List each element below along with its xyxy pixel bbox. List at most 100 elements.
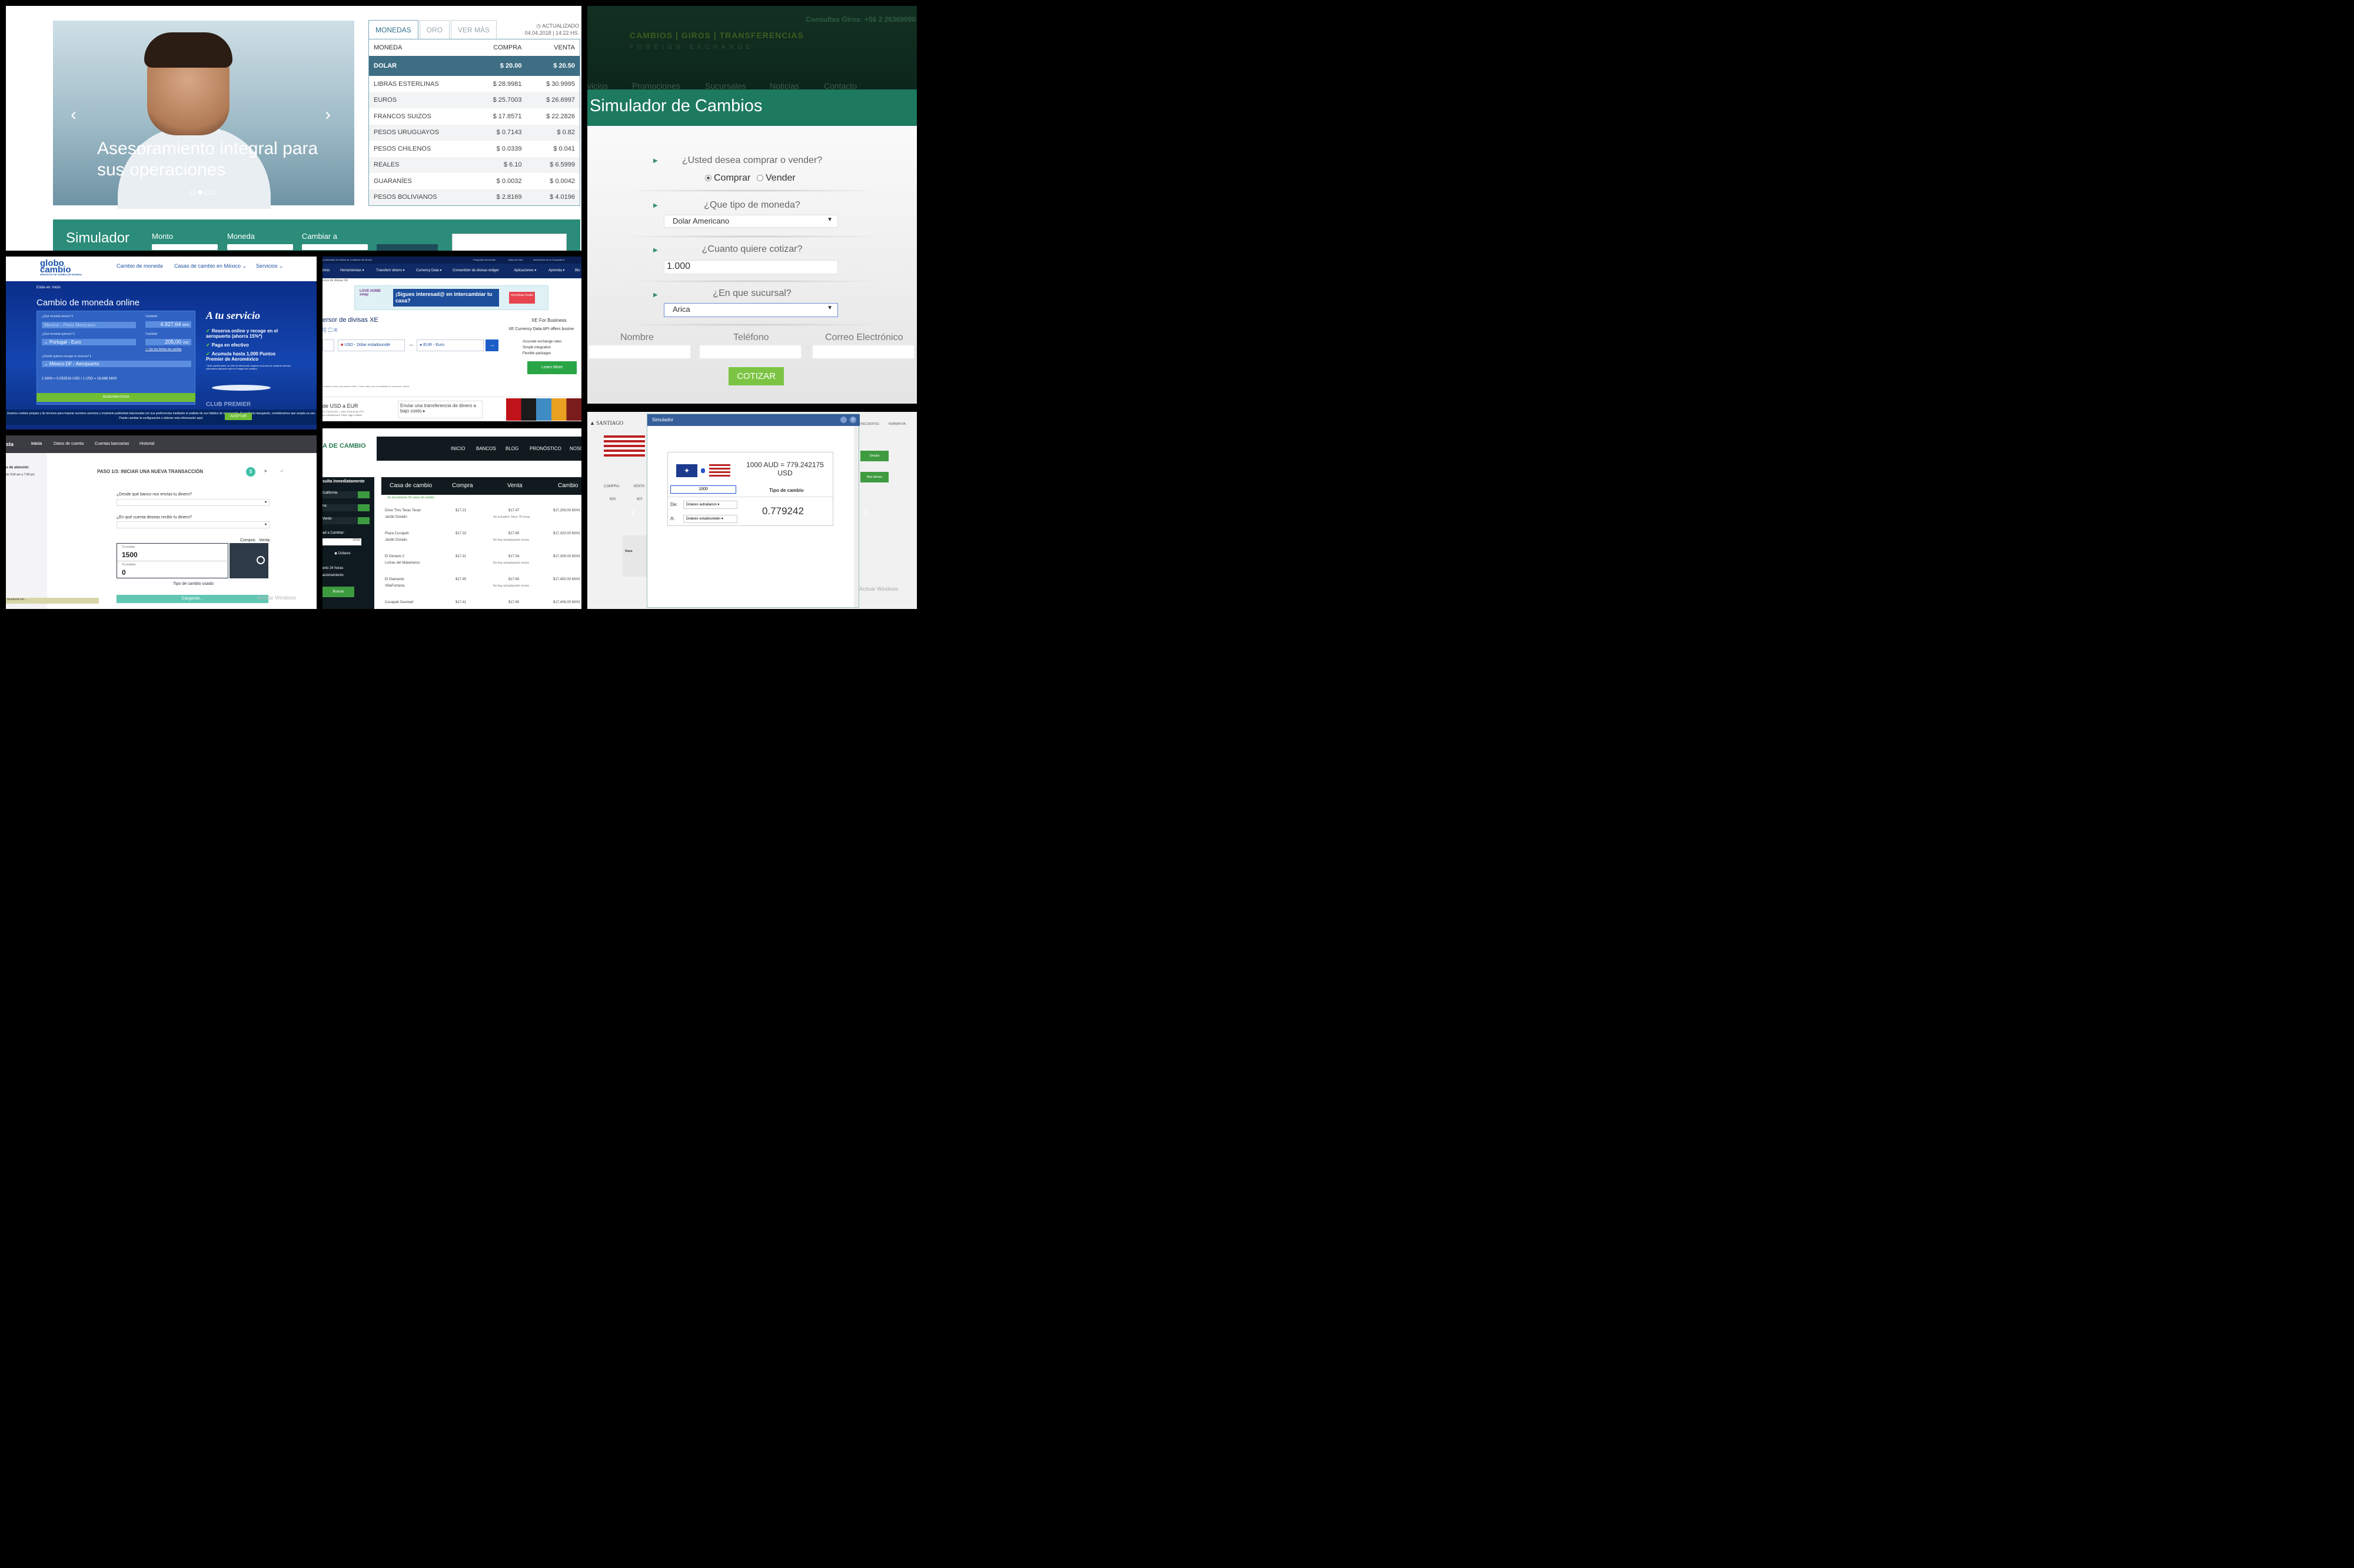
table-row[interactable]: El Diamante VillaFontana $17.45 $17.60 $17,4… [381, 577, 581, 594]
ad-cta-button[interactable]: Inscríbase Gratis [509, 292, 535, 304]
tab-oro[interactable]: ORO [419, 20, 450, 39]
close-icon[interactable]: × [850, 417, 856, 423]
link-company-info[interactable]: Información de la Compañía ▾ [533, 257, 564, 264]
nav-aplicaciones[interactable]: Aplicaciones ▾ [514, 264, 536, 278]
nav-datos-cuenta[interactable]: Datos de cuenta [54, 435, 84, 453]
nav-nosotros[interactable]: NOSO [570, 437, 581, 461]
correo-field[interactable] [812, 345, 915, 359]
chart-card-title[interactable]: de USD a EUR [322, 403, 358, 409]
telefono-field[interactable] [699, 345, 802, 359]
nav-inicio[interactable]: Inicio [31, 435, 42, 453]
link-sitemap[interactable]: Mapa del sitio [508, 257, 523, 264]
moneda-select[interactable] [227, 244, 293, 250]
scrollbar[interactable] [854, 426, 859, 607]
nav-inicio[interactable]: nicio [322, 264, 330, 278]
rate-row[interactable]: PESOS CHILENOS $ 0.0339 $ 0.041 [369, 141, 580, 157]
convert-arrow-button[interactable]: → [486, 339, 498, 351]
swap-icon[interactable]: ↔ [408, 341, 414, 347]
tab-ver-mas[interactable]: VER MÁS [451, 20, 497, 39]
nav-servicios[interactable]: Servicios ⌄ [256, 263, 284, 269]
colonia-select[interactable]: Verde [322, 517, 370, 524]
sucursal-select[interactable]: Arica ▼ [664, 303, 838, 317]
nav-transferir[interactable]: Transferir dinero ▾ [376, 264, 404, 278]
envias-input[interactable]: 1500 [122, 551, 138, 559]
amount-input[interactable]: 1000 [670, 485, 736, 494]
nav-cambio-moneda[interactable]: Cambio de moneda [117, 263, 163, 269]
nav-herramientas[interactable]: Herramientas ▾ [340, 264, 364, 278]
nav-currency-data[interactable]: Currency Data ▾ [416, 264, 441, 278]
rate-row[interactable]: PESOS URUGUAYOS $ 0.7143 $ 0.82 [369, 124, 580, 141]
table-row[interactable]: Plaza Cucapah Jardin Dorado $17.32 $17.65 $1… [381, 531, 581, 548]
rate-row[interactable]: EUROS $ 25.7003 $ 26.6997 [369, 92, 580, 108]
radio-vender[interactable]: Vender [757, 173, 796, 184]
nav-blog[interactable]: Blo [575, 264, 580, 278]
share-icons[interactable]: ⎘ ☐ ✉ [322, 327, 337, 334]
radio-dolares[interactable]: ◉ Dólares [334, 551, 351, 555]
table-row[interactable]: Drive Thru Teran Teran Jardin Dorado $17.2… [381, 508, 581, 525]
estado-select[interactable]: California [322, 491, 370, 498]
rate-row[interactable]: DOLAR $ 20.00 $ 20.50 [369, 56, 580, 76]
rate-row[interactable]: FRANCOS SUIZOS $ 17.8571 $ 22.2826 [369, 108, 580, 125]
bg-prev-arrow-icon[interactable]: ‹ [631, 506, 635, 520]
nav-bancos[interactable]: BANCOS [476, 437, 496, 461]
simular-button[interactable] [377, 244, 438, 251]
monto-input[interactable] [152, 244, 218, 250]
bg-nav-normativa[interactable]: NORMATIVA [889, 422, 906, 426]
nav-inicio[interactable]: INICIO [451, 437, 465, 461]
amount-input[interactable] [322, 339, 334, 351]
globocambio-logo[interactable]: globo cambio SERVICIOS DE CAMBIO DE MONE… [40, 259, 82, 277]
tab-monedas[interactable]: MONEDAS [368, 20, 418, 39]
cuenta-recibir-select[interactable]: ▾ [117, 521, 270, 528]
from-currency-select[interactable]: Dolares autralianos ▾ [683, 501, 737, 509]
bg-mas-divisas-button[interactable]: Mas divisas [860, 472, 889, 482]
cantidad-input[interactable]: USD [322, 538, 361, 545]
slider-dot-active[interactable] [198, 190, 202, 195]
moneda-select[interactable]: Dolar Americano ▼ [664, 215, 838, 228]
nav-casas-mexico[interactable]: Casas de cambio en México ⌄ [174, 263, 247, 269]
ciudad-select[interactable]: na [322, 504, 370, 511]
loading-button[interactable]: Cargando... [117, 595, 268, 603]
monto-input[interactable]: 1.000 [664, 260, 838, 274]
slider-dot[interactable] [191, 190, 195, 195]
nav-aprenda[interactable]: Aprenda ▾ [548, 264, 564, 278]
adobe-ad-image[interactable] [506, 398, 581, 421]
brand-logo[interactable]: ▲ SANTIAGO [590, 420, 623, 426]
nav-historial[interactable]: Historial [139, 435, 154, 453]
ad-banner[interactable]: LOVE HOME swap ¡Sigues interesad@ en int… [354, 285, 548, 310]
radio-comprar[interactable]: Comprar [705, 173, 750, 184]
rate-row[interactable]: REALES $ 6.10 $ 6.5999 [369, 157, 580, 173]
rate-row[interactable]: PESOS BOLIVIANOS $ 2.8169 $ 4.0196 [369, 189, 580, 205]
cantidad-input-2[interactable]: 205,00 USD [145, 339, 191, 345]
rate-row[interactable]: GUARANÍES $ 0.0032 $ 0.0042 [369, 173, 580, 189]
quieres-select[interactable]: ⌄ Portugal - Euro [42, 339, 136, 345]
table-row[interactable]: El Denario 2 Lomas del Matamoros $17.31 $17… [381, 554, 581, 571]
nav-pronostico[interactable]: PRONÓSTICO [530, 437, 561, 461]
bg-simular-button[interactable]: Simular [860, 451, 889, 461]
slider-dot[interactable] [212, 190, 217, 195]
map-widget[interactable]: Mapa [623, 535, 650, 577]
nav-cuentas-bancarias[interactable]: Cuentas bancarias [95, 435, 129, 453]
bg-next-arrow-icon[interactable]: › [864, 506, 868, 520]
tienes-select[interactable]: Mexico - Peso Mexicano [42, 322, 136, 328]
aceptar-button[interactable]: ACEPTAR [225, 413, 252, 420]
transfer-card[interactable]: Enviar una transferencia de dinero a baj… [398, 401, 483, 418]
buscar-button[interactable]: Buscar [322, 587, 354, 597]
slider-dot[interactable] [205, 190, 210, 195]
swap-icon[interactable] [701, 468, 705, 473]
cambiar-select[interactable] [302, 244, 368, 250]
nav-widget[interactable]: Convertidor de divisas widget [453, 264, 498, 278]
limites-link[interactable]: ⚠ Ver los límites de cambio [145, 348, 181, 351]
nav-blog[interactable]: BLOG [506, 437, 518, 461]
swap-toggle-icon[interactable] [257, 556, 265, 564]
rate-row[interactable]: LIBRAS ESTERLINAS $ 28.9981 $ 30.9995 [369, 76, 580, 92]
slider-next-arrow-icon[interactable]: › [325, 105, 331, 125]
to-currency-select[interactable]: Dolares estadouniden ▾ [683, 515, 737, 523]
donde-select[interactable]: ⌄ México DF - Aeropuerto [42, 361, 191, 367]
nombre-field[interactable] [588, 345, 691, 359]
settings-icon[interactable] [840, 417, 847, 423]
cotizar-button[interactable]: COTIZAR [729, 367, 784, 385]
bg-nav-frecuentes[interactable]: FRECUENTES [859, 422, 879, 426]
banco-envio-select[interactable]: ▾ [117, 499, 270, 506]
learn-more-button[interactable]: Learn More [527, 361, 577, 374]
table-row[interactable]: Cucapah Gasmart $17.41 $17.65 $17,406.00 MX… [381, 600, 581, 609]
